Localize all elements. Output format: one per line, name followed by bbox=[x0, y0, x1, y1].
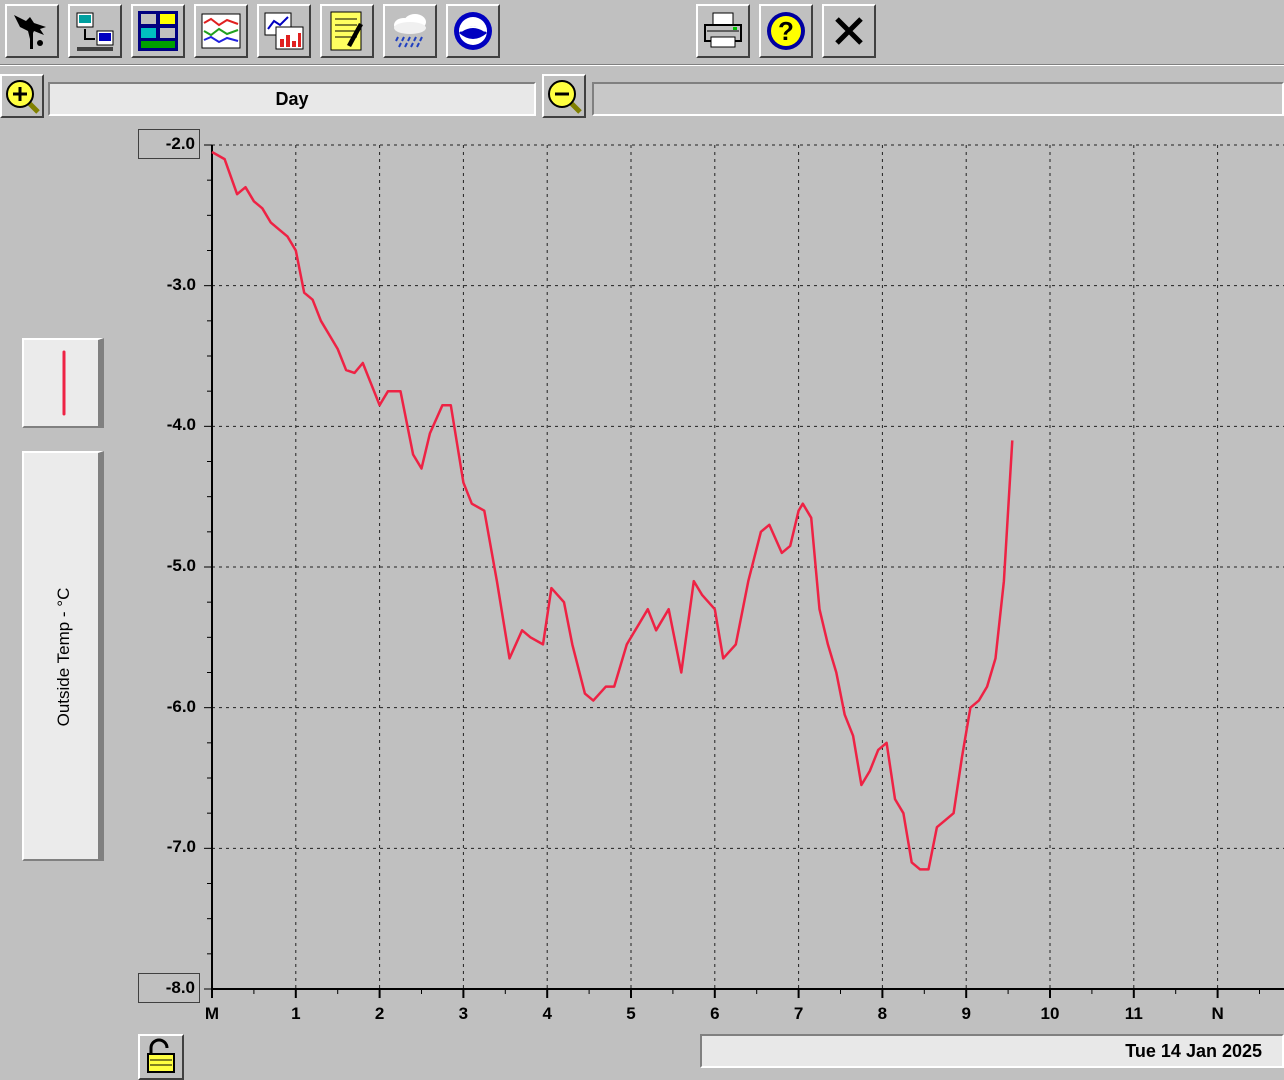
x-tick-label: 10 bbox=[1040, 1004, 1060, 1023]
y-tick-label[interactable]: -2.0 bbox=[138, 129, 200, 159]
y-tick-label: -3.0 bbox=[166, 274, 196, 294]
lock-button[interactable] bbox=[138, 1034, 184, 1080]
x-tick-label: 8 bbox=[877, 1004, 888, 1023]
x-tick-label: 9 bbox=[961, 1004, 971, 1023]
y-tick-label: -6.0 bbox=[166, 696, 196, 716]
y-tick-label: -5.0 bbox=[166, 556, 196, 575]
x-tick-label: 6 bbox=[710, 1004, 720, 1023]
x-tick-label: 2 bbox=[374, 1004, 385, 1023]
x-tick-label: N bbox=[1211, 1004, 1224, 1023]
unlocked-padlock-icon bbox=[147, 1038, 175, 1073]
y-tick-label: -4.0 bbox=[166, 415, 196, 435]
x-tick-label: M bbox=[204, 1004, 220, 1023]
x-tick-label: 11 bbox=[1124, 1004, 1143, 1023]
x-tick-label: 3 bbox=[458, 1004, 469, 1023]
series-line-outside-temp bbox=[211, 150, 1014, 871]
status-date: Tue 14 Jan 2025 bbox=[700, 1034, 1284, 1068]
x-tick-label: 7 bbox=[793, 1004, 804, 1023]
y-tick-label[interactable]: -8.0 bbox=[138, 973, 200, 1003]
y-tick-label: -7.0 bbox=[166, 837, 196, 857]
chart-canvas bbox=[204, 144, 1284, 998]
x-tick-label: 4 bbox=[542, 1004, 552, 1023]
x-tick-label: 1 bbox=[291, 1004, 301, 1023]
x-tick-label: 5 bbox=[626, 1004, 636, 1023]
